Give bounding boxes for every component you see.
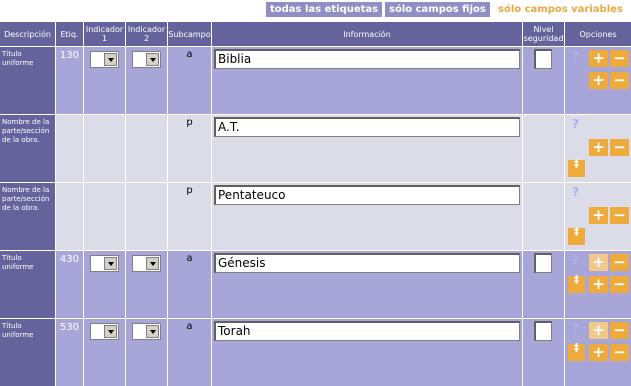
indicator2-select[interactable]	[132, 51, 161, 68]
variable-fields-link[interactable]: sólo campos variables	[494, 2, 627, 17]
information-input[interactable]: Génesis	[214, 253, 520, 273]
header-subcampo: Subcampo	[168, 22, 211, 46]
indicator1-select[interactable]	[90, 255, 119, 272]
header-opciones: Opciones	[565, 22, 631, 46]
header-indicador1: Indicador 1	[84, 22, 125, 46]
move-icon[interactable]: ‡	[568, 226, 585, 245]
help-icon[interactable]: ?	[572, 49, 579, 63]
minus-icon[interactable]: −	[610, 139, 629, 156]
move-icon[interactable]: ‡	[568, 274, 585, 293]
chevron-down-icon	[104, 325, 117, 338]
information-input[interactable]: Pentateuco	[214, 185, 520, 205]
move-up-icon[interactable]: +	[589, 322, 608, 339]
move-icon[interactable]: ‡	[568, 342, 585, 361]
help-icon[interactable]: ?	[572, 321, 579, 335]
indicator1-cell	[84, 115, 125, 182]
minus-icon[interactable]: −	[610, 72, 629, 89]
information-input[interactable]: Biblia	[214, 49, 520, 69]
indicator2-select[interactable]	[132, 255, 161, 272]
header-nivel-seguridad: Nivel seguridad	[523, 22, 564, 46]
header-etiq: Etiq.	[56, 22, 83, 46]
field-description: Nombre de la parte/sección de la obra.	[0, 183, 55, 250]
move-up-icon[interactable]: +	[589, 254, 608, 271]
plus-icon[interactable]: +	[589, 276, 608, 293]
information-input[interactable]: Torah	[214, 321, 520, 341]
field-tag: 530	[56, 319, 83, 386]
plus-icon[interactable]: +	[589, 344, 608, 361]
security-cell	[523, 115, 564, 182]
minus-icon[interactable]: −	[610, 254, 629, 271]
minus-icon[interactable]: −	[610, 322, 629, 339]
field-description: Título uniforme	[0, 319, 55, 386]
minus-icon[interactable]: −	[610, 50, 629, 67]
plus-icon[interactable]: +	[589, 139, 608, 156]
help-icon[interactable]: ?	[572, 117, 579, 131]
help-icon[interactable]: ?	[572, 185, 579, 199]
security-level-input[interactable]	[534, 253, 552, 273]
subfield-code: p	[168, 183, 211, 250]
field-description: Título uniforme	[0, 251, 55, 318]
field-description: Nombre de la parte/sección de la obra.	[0, 115, 55, 182]
minus-icon[interactable]: −	[610, 276, 629, 293]
subfield-code: a	[168, 319, 211, 386]
subfield-code: a	[168, 47, 211, 114]
move-icon[interactable]: ‡	[568, 158, 585, 177]
minus-icon[interactable]: −	[610, 344, 629, 361]
subfield-code: p	[168, 115, 211, 182]
information-input[interactable]: A.T.	[214, 117, 520, 137]
indicator1-select[interactable]	[90, 51, 119, 68]
header-informacion: Información	[212, 22, 522, 46]
subfield-code: a	[168, 251, 211, 318]
minus-icon[interactable]: −	[610, 207, 629, 224]
field-tag	[56, 183, 83, 250]
indicator1-cell	[84, 183, 125, 250]
fixed-fields-link[interactable]: sólo campos fijos	[385, 2, 490, 17]
indicator2-cell	[126, 115, 167, 182]
security-level-input[interactable]	[534, 49, 552, 69]
indicator2-cell	[126, 183, 167, 250]
plus-icon[interactable]: +	[589, 72, 608, 89]
chevron-down-icon	[104, 53, 117, 66]
security-level-input[interactable]	[534, 321, 552, 341]
move-up-icon[interactable]: +	[589, 50, 608, 67]
chevron-down-icon	[104, 257, 117, 270]
header-descripcion: Descripción	[0, 22, 55, 46]
plus-icon[interactable]: +	[589, 207, 608, 224]
field-tag	[56, 115, 83, 182]
field-tag: 130	[56, 47, 83, 114]
all-tags-link[interactable]: todas las etiquetas	[266, 2, 383, 17]
indicator2-select[interactable]	[132, 323, 161, 340]
indicator1-select[interactable]	[90, 323, 119, 340]
security-cell	[523, 183, 564, 250]
top-nav: todas las etiquetas sólo campos fijos só…	[0, 0, 631, 20]
field-description: Título uniforme	[0, 47, 55, 114]
chevron-down-icon	[146, 53, 159, 66]
chevron-down-icon	[146, 325, 159, 338]
help-icon[interactable]: ?	[572, 253, 579, 267]
field-tag: 430	[56, 251, 83, 318]
chevron-down-icon	[146, 257, 159, 270]
header-indicador2: Indicador 2	[126, 22, 167, 46]
